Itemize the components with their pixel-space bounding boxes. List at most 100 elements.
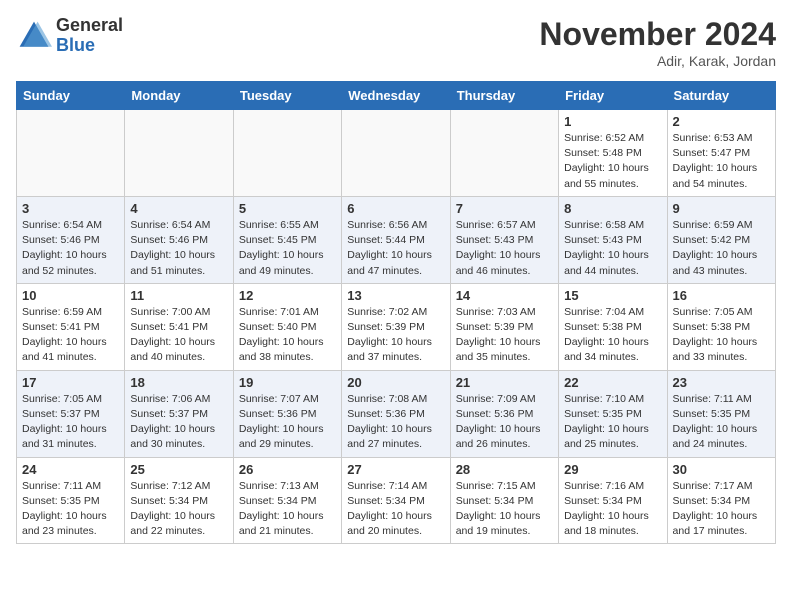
- header-tuesday: Tuesday: [233, 82, 341, 110]
- day-number: 6: [347, 201, 444, 216]
- calendar-week-row: 17Sunrise: 7:05 AMSunset: 5:37 PMDayligh…: [17, 370, 776, 457]
- day-info: Sunrise: 7:13 AMSunset: 5:34 PMDaylight:…: [239, 479, 336, 540]
- calendar-cell: 30 Sunrise: 7:17 AMSunset: 5:34 PMDayligh…: [667, 457, 775, 544]
- calendar-cell: 14Sunrise: 7:03 AMSunset: 5:39 PMDayligh…: [450, 283, 558, 370]
- calendar-cell: [342, 110, 450, 197]
- day-number: 8: [564, 201, 661, 216]
- calendar-cell: 17Sunrise: 7:05 AMSunset: 5:37 PMDayligh…: [17, 370, 125, 457]
- calendar-cell: 11 Sunrise: 7:00 AMSunset: 5:41 PMDayligh…: [125, 283, 233, 370]
- calendar-cell: 2 Sunrise: 6:53 AMSunset: 5:47 PMDaylight…: [667, 110, 775, 197]
- calendar-cell: [125, 110, 233, 197]
- calendar-cell: 19 Sunrise: 7:07 AMSunset: 5:36 PMDayligh…: [233, 370, 341, 457]
- day-number: 13: [347, 288, 444, 303]
- day-info: Sunrise: 6:59 AMSunset: 5:42 PMDaylight:…: [673, 218, 770, 279]
- calendar-week-row: 10Sunrise: 6:59 AMSunset: 5:41 PMDayligh…: [17, 283, 776, 370]
- day-info: Sunrise: 7:15 AMSunset: 5:34 PMDaylight:…: [456, 479, 553, 540]
- day-info: Sunrise: 6:54 AMSunset: 5:46 PMDaylight:…: [130, 218, 227, 279]
- header-monday: Monday: [125, 82, 233, 110]
- calendar-cell: 23Sunrise: 7:11 AMSunset: 5:35 PMDayligh…: [667, 370, 775, 457]
- day-info: Sunrise: 7:06 AMSunset: 5:37 PMDaylight:…: [130, 392, 227, 453]
- calendar-cell: 27Sunrise: 7:14 AMSunset: 5:34 PMDayligh…: [342, 457, 450, 544]
- title-section: November 2024 Adir, Karak, Jordan: [539, 16, 776, 69]
- day-number: 28: [456, 462, 553, 477]
- calendar-cell: 10Sunrise: 6:59 AMSunset: 5:41 PMDayligh…: [17, 283, 125, 370]
- day-number: 29: [564, 462, 661, 477]
- logo: General Blue: [16, 16, 123, 56]
- day-info: Sunrise: 7:04 AMSunset: 5:38 PMDaylight:…: [564, 305, 661, 366]
- month-title: November 2024: [539, 16, 776, 53]
- calendar-cell: 7 Sunrise: 6:57 AMSunset: 5:43 PMDaylight…: [450, 196, 558, 283]
- day-info: Sunrise: 7:02 AMSunset: 5:39 PMDaylight:…: [347, 305, 444, 366]
- day-number: 1: [564, 114, 661, 129]
- calendar-cell: 18Sunrise: 7:06 AMSunset: 5:37 PMDayligh…: [125, 370, 233, 457]
- calendar-cell: 20 Sunrise: 7:08 AMSunset: 5:36 PMDayligh…: [342, 370, 450, 457]
- day-info: Sunrise: 7:16 AMSunset: 5:34 PMDaylight:…: [564, 479, 661, 540]
- day-info: Sunrise: 7:14 AMSunset: 5:34 PMDaylight:…: [347, 479, 444, 540]
- calendar-cell: 4 Sunrise: 6:54 AMSunset: 5:46 PMDaylight…: [125, 196, 233, 283]
- calendar-cell: 22 Sunrise: 7:10 AMSunset: 5:35 PMDayligh…: [559, 370, 667, 457]
- calendar-header-row: SundayMondayTuesdayWednesdayThursdayFrid…: [17, 82, 776, 110]
- calendar-cell: 15Sunrise: 7:04 AMSunset: 5:38 PMDayligh…: [559, 283, 667, 370]
- day-info: Sunrise: 6:52 AMSunset: 5:48 PMDaylight:…: [564, 131, 661, 192]
- header-thursday: Thursday: [450, 82, 558, 110]
- calendar-cell: 9 Sunrise: 6:59 AMSunset: 5:42 PMDaylight…: [667, 196, 775, 283]
- day-info: Sunrise: 7:05 AMSunset: 5:37 PMDaylight:…: [22, 392, 119, 453]
- calendar-cell: 16Sunrise: 7:05 AMSunset: 5:38 PMDayligh…: [667, 283, 775, 370]
- calendar-cell: 12 Sunrise: 7:01 AMSunset: 5:40 PMDayligh…: [233, 283, 341, 370]
- day-number: 19: [239, 375, 336, 390]
- day-number: 24: [22, 462, 119, 477]
- day-info: Sunrise: 7:07 AMSunset: 5:36 PMDaylight:…: [239, 392, 336, 453]
- day-number: 21: [456, 375, 553, 390]
- day-info: Sunrise: 6:58 AMSunset: 5:43 PMDaylight:…: [564, 218, 661, 279]
- calendar-cell: [233, 110, 341, 197]
- header-sunday: Sunday: [17, 82, 125, 110]
- page-header: General Blue November 2024 Adir, Karak, …: [16, 16, 776, 69]
- day-number: 25: [130, 462, 227, 477]
- header-saturday: Saturday: [667, 82, 775, 110]
- day-info: Sunrise: 7:03 AMSunset: 5:39 PMDaylight:…: [456, 305, 553, 366]
- calendar-cell: 13 Sunrise: 7:02 AMSunset: 5:39 PMDayligh…: [342, 283, 450, 370]
- calendar-cell: 6Sunrise: 6:56 AMSunset: 5:44 PMDaylight…: [342, 196, 450, 283]
- logo-blue-text: Blue: [56, 36, 123, 56]
- day-number: 12: [239, 288, 336, 303]
- day-info: Sunrise: 7:11 AMSunset: 5:35 PMDaylight:…: [673, 392, 770, 453]
- day-number: 20: [347, 375, 444, 390]
- day-info: Sunrise: 7:08 AMSunset: 5:36 PMDaylight:…: [347, 392, 444, 453]
- logo-general-text: General: [56, 16, 123, 36]
- day-info: Sunrise: 7:10 AMSunset: 5:35 PMDaylight:…: [564, 392, 661, 453]
- day-info: Sunrise: 7:11 AMSunset: 5:35 PMDaylight:…: [22, 479, 119, 540]
- day-info: Sunrise: 6:54 AMSunset: 5:46 PMDaylight:…: [22, 218, 119, 279]
- calendar-cell: 26Sunrise: 7:13 AMSunset: 5:34 PMDayligh…: [233, 457, 341, 544]
- day-number: 9: [673, 201, 770, 216]
- day-info: Sunrise: 7:01 AMSunset: 5:40 PMDaylight:…: [239, 305, 336, 366]
- day-info: Sunrise: 6:55 AMSunset: 5:45 PMDaylight:…: [239, 218, 336, 279]
- day-info: Sunrise: 7:09 AMSunset: 5:36 PMDaylight:…: [456, 392, 553, 453]
- day-number: 3: [22, 201, 119, 216]
- calendar-week-row: 1 Sunrise: 6:52 AMSunset: 5:48 PMDaylight…: [17, 110, 776, 197]
- calendar-table: SundayMondayTuesdayWednesdayThursdayFrid…: [16, 81, 776, 544]
- calendar-week-row: 24 Sunrise: 7:11 AMSunset: 5:35 PMDayligh…: [17, 457, 776, 544]
- day-number: 22: [564, 375, 661, 390]
- logo-icon: [16, 18, 52, 54]
- day-info: Sunrise: 6:53 AMSunset: 5:47 PMDaylight:…: [673, 131, 770, 192]
- day-info: Sunrise: 7:17 AMSunset: 5:34 PMDaylight:…: [673, 479, 770, 540]
- day-number: 30: [673, 462, 770, 477]
- day-number: 4: [130, 201, 227, 216]
- day-number: 7: [456, 201, 553, 216]
- calendar-cell: 3 Sunrise: 6:54 AMSunset: 5:46 PMDaylight…: [17, 196, 125, 283]
- calendar-cell: 24 Sunrise: 7:11 AMSunset: 5:35 PMDayligh…: [17, 457, 125, 544]
- calendar-cell: [450, 110, 558, 197]
- header-friday: Friday: [559, 82, 667, 110]
- day-number: 11: [130, 288, 227, 303]
- location-text: Adir, Karak, Jordan: [539, 53, 776, 69]
- calendar-cell: 29 Sunrise: 7:16 AMSunset: 5:34 PMDayligh…: [559, 457, 667, 544]
- calendar-cell: [17, 110, 125, 197]
- calendar-cell: 8 Sunrise: 6:58 AMSunset: 5:43 PMDaylight…: [559, 196, 667, 283]
- header-wednesday: Wednesday: [342, 82, 450, 110]
- day-info: Sunrise: 7:00 AMSunset: 5:41 PMDaylight:…: [130, 305, 227, 366]
- calendar-cell: 21 Sunrise: 7:09 AMSunset: 5:36 PMDayligh…: [450, 370, 558, 457]
- day-info: Sunrise: 6:57 AMSunset: 5:43 PMDaylight:…: [456, 218, 553, 279]
- calendar-cell: 25Sunrise: 7:12 AMSunset: 5:34 PMDayligh…: [125, 457, 233, 544]
- day-number: 16: [673, 288, 770, 303]
- day-number: 2: [673, 114, 770, 129]
